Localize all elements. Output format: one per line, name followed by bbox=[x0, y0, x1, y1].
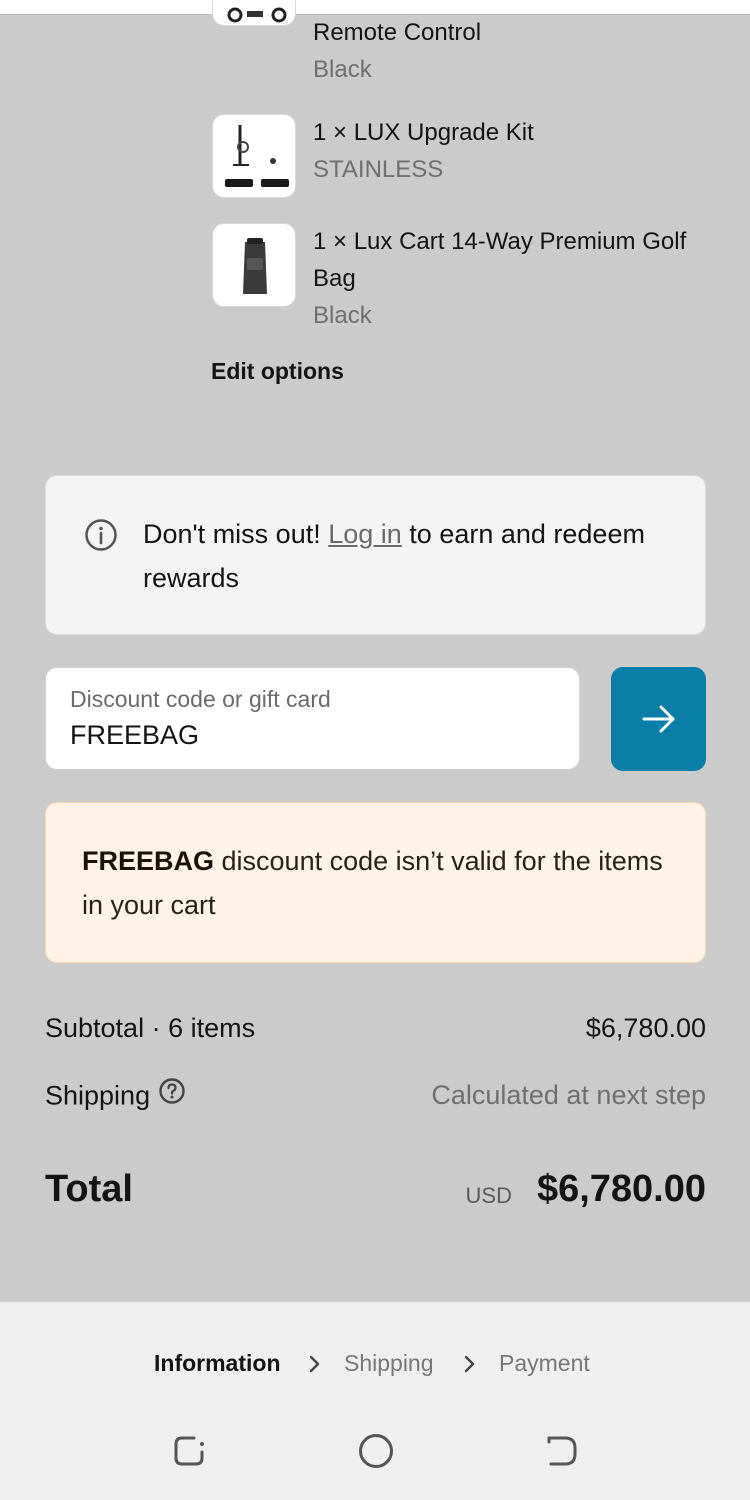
shipping-label: Shipping bbox=[45, 1080, 151, 1111]
login-link[interactable]: Log in bbox=[328, 519, 402, 549]
apply-discount-button[interactable] bbox=[611, 667, 706, 771]
discount-code-field[interactable]: Discount code or gift card FREEBAG bbox=[45, 667, 580, 770]
subtotal-label: Subtotal · 6 items bbox=[45, 1013, 256, 1043]
warning-code: FREEBAG bbox=[82, 846, 215, 876]
breadcrumb-information[interactable]: Information bbox=[154, 1350, 281, 1377]
arrow-right-icon bbox=[642, 705, 675, 733]
recent-apps-icon[interactable] bbox=[172, 1432, 206, 1475]
product-thumbnail bbox=[212, 0, 296, 26]
shipping-value: Calculated at next step bbox=[431, 1080, 706, 1110]
rewards-banner: Don't miss out! Log in to earn and redee… bbox=[45, 475, 706, 635]
discount-field-value[interactable]: FREEBAG bbox=[70, 720, 199, 751]
product-thumbnail bbox=[212, 223, 296, 307]
total-amount: $6,780.00 bbox=[536, 1168, 706, 1210]
subtotal-value: $6,780.00 bbox=[585, 1013, 706, 1043]
item-variant: STAINLESS bbox=[313, 156, 444, 183]
back-icon[interactable] bbox=[545, 1432, 581, 1475]
info-icon bbox=[84, 518, 118, 557]
rewards-message: Don't miss out! Log in to earn and redee… bbox=[143, 512, 683, 600]
breadcrumb-shipping[interactable]: Shipping bbox=[344, 1350, 434, 1377]
rewards-text-before: Don't miss out! bbox=[143, 519, 329, 549]
chevron-right-icon bbox=[464, 1355, 476, 1378]
warning-message: FREEBAG discount code isn’t valid for th… bbox=[82, 839, 672, 927]
total-label: Total bbox=[45, 1168, 133, 1210]
breadcrumb-payment[interactable]: Payment bbox=[499, 1350, 590, 1377]
item-name: 1 × Lux Cart 14-Way Premium Golf Bag bbox=[313, 228, 687, 292]
item-variant: Black bbox=[313, 56, 372, 83]
discount-field-label: Discount code or gift card bbox=[70, 686, 331, 712]
home-icon[interactable] bbox=[357, 1432, 395, 1475]
item-name: 1 × LUX Upgrade Kit bbox=[313, 119, 534, 146]
item-name: Remote Control bbox=[313, 19, 482, 46]
item-variant: Black bbox=[313, 302, 372, 329]
edit-options-link[interactable]: Edit options bbox=[211, 358, 344, 385]
product-thumbnail bbox=[212, 114, 296, 198]
chevron-right-icon bbox=[309, 1355, 321, 1378]
breadcrumb: Information Shipping Payment bbox=[0, 1350, 750, 1380]
total-currency: USD bbox=[465, 1183, 512, 1208]
help-icon[interactable] bbox=[158, 1077, 186, 1112]
discount-warning-banner: FREEBAG discount code isn’t valid for th… bbox=[45, 802, 706, 963]
